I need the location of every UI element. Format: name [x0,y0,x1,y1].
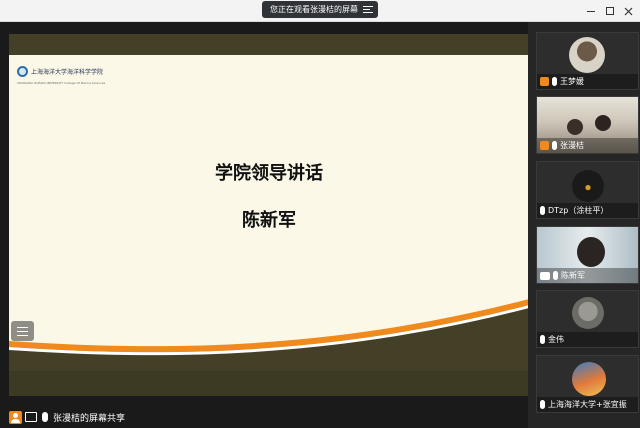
slide-bottom-band [9,371,529,396]
participant-name-bar: DTzp（涂柱平） [537,203,638,218]
mic-icon [552,77,557,86]
participant-name: 上海海洋大学+张宜振 [548,400,627,409]
avatar [569,37,605,73]
mic-icon [552,141,557,150]
participant-tile[interactable]: 王梦媛 [536,32,639,90]
participant-name: DTzp（涂柱平） [548,206,609,215]
person-icon [540,141,549,150]
menu-icon[interactable] [363,4,373,15]
sharer-label: 张漫桔的屏幕共享 [53,413,126,424]
window-titlebar: 您正在观看张漫桔的屏幕 [0,0,640,22]
list-icon [17,326,28,336]
screen-icon [25,412,37,422]
participant-name-bar: 张漫桔 [537,138,638,153]
mic-icon [540,335,545,344]
person-silhouette [577,237,605,267]
participant-tile[interactable]: 上海海洋大学+张宜振 [536,355,639,413]
mic-icon [42,412,48,422]
participant-name-bar: 上海海洋大学+张宜振 [537,397,638,412]
participant-name: 金伟 [548,335,564,344]
participant-tile[interactable]: 金伟 [536,290,639,348]
slide-wave-decoration [9,299,529,371]
mic-icon [540,400,545,409]
close-button[interactable] [621,4,635,18]
slide-speaker: 陈新军 [242,210,296,231]
avatar [572,362,606,396]
participant-tile[interactable]: 陈新军 [536,226,639,284]
participant-name: 陈新军 [561,271,585,280]
person-silhouette [567,119,583,135]
minimize-icon [587,10,595,12]
avatar [572,170,604,202]
participant-tile[interactable]: 张漫桔 [536,96,639,154]
slide-title: 学院领导讲话 [215,163,323,184]
logo-text: 上海海洋大学海洋科学学院 [31,69,104,76]
person-icon [9,410,22,424]
mic-icon [553,271,558,280]
share-notice-text: 您正在观看张漫桔的屏幕 [270,5,358,14]
minimize-button[interactable] [584,4,598,18]
university-logo: 上海海洋大学海洋科学学院 [17,66,103,77]
close-icon [624,7,632,15]
slide-top-band [9,34,529,55]
maximize-icon [606,7,614,15]
participant-name-bar: 陈新军 [537,268,638,283]
university-emblem-icon [17,66,28,77]
maximize-button[interactable] [603,4,617,18]
presentation-slide: 上海海洋大学海洋科学学院 SHANGHAI OCEAN UNIVERSITY C… [9,55,529,371]
person-icon [540,77,549,86]
avatar [572,297,604,329]
logo-subtitle: SHANGHAI OCEAN UNIVERSITY College Of Mar… [17,81,106,85]
share-notice-pill[interactable]: 您正在观看张漫桔的屏幕 [262,1,378,18]
screen-share-indicator: 张漫桔的屏幕共享 [9,408,125,426]
participant-tile[interactable]: DTzp（涂柱平） [536,161,639,219]
camera-icon [540,271,550,280]
mic-icon [540,206,545,215]
participant-name-bar: 金伟 [537,332,638,347]
slide-outline-button[interactable] [11,321,34,341]
participant-name-bar: 王梦媛 [537,74,638,89]
participant-name: 张漫桔 [560,141,584,150]
participant-name: 王梦媛 [560,77,584,86]
person-silhouette [595,115,611,131]
